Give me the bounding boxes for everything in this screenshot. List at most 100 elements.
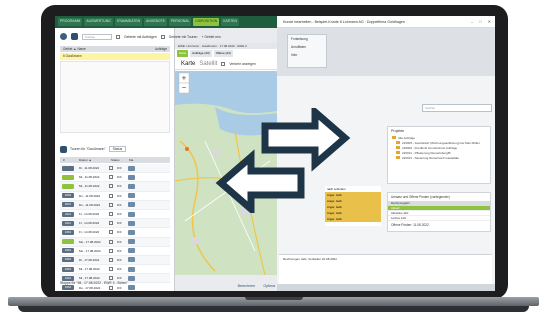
tour-badge: 3363 <box>62 266 74 272</box>
map-sub-tabs: Karte Aufträge (23) Offene (23) <box>175 50 277 57</box>
tour-badge: 3521 <box>62 202 74 208</box>
tour-column-header[interactable]: Ma. <box>126 157 146 163</box>
window-controls: – □ ✕ <box>471 19 491 24</box>
tour-map-icon[interactable] <box>128 248 135 254</box>
tour-status: D/F <box>117 221 122 226</box>
tab-offene[interactable]: Offene (23) <box>213 50 233 57</box>
project-item[interactable]: 216005 - Jacobsdorf (Wohnungsauflösung) … <box>388 140 490 145</box>
tour-map-icon[interactable] <box>128 257 135 263</box>
close-icon[interactable]: ✕ <box>488 19 491 24</box>
tour-list: Di., 11.08.2022 D/F Mi., 11.08.2022 D/F Mi.,… <box>60 164 170 291</box>
tour-checkbox[interactable] <box>109 202 113 207</box>
tour-checkbox[interactable] <box>109 230 113 235</box>
revenue-panel: Umsatz und Offene Posten (vorliegender) … <box>387 192 491 232</box>
tour-row[interactable]: 3412 Fr., 14.08.2022 D/F <box>60 219 170 229</box>
nav-tab[interactable]: AUSWERTUNG <box>84 18 113 26</box>
tour-date: Mi., 11.08.2022 <box>79 175 100 180</box>
tour-map-icon[interactable] <box>128 165 135 171</box>
tour-status: D/F <box>117 212 122 217</box>
refresh-icon[interactable] <box>60 33 67 40</box>
tour-checkbox[interactable] <box>109 193 113 198</box>
tour-column-header[interactable]: # <box>60 157 76 163</box>
tour-badge: 3412 <box>62 220 74 226</box>
tour-row[interactable]: Mi., 11.08.2022 D/F <box>60 173 170 183</box>
traffic-checkbox[interactable] <box>221 61 226 66</box>
project-item[interactable]: 220013 - Sanierung Reinerhoch Gaststätte <box>388 155 490 160</box>
optimize-button[interactable]: Optima <box>263 284 275 288</box>
save-icon[interactable] <box>71 33 78 40</box>
maximize-icon[interactable]: □ <box>479 19 481 24</box>
tour-row[interactable]: Mi., 11.08.2022 D/F <box>60 182 170 192</box>
tour-date: Fr., 14.08.2022 <box>79 221 100 226</box>
tour-map-icon[interactable] <box>128 266 135 272</box>
area-search-input[interactable]: Suchen <box>82 33 112 40</box>
tour-checkbox[interactable] <box>109 221 113 226</box>
ribbon-infor[interactable]: Infor <box>288 51 326 59</box>
tour-map-icon[interactable] <box>128 220 135 226</box>
minimize-icon[interactable]: – <box>471 19 473 24</box>
project-label: 220013 - Sanierung Reinerhoch Gaststätte <box>402 155 460 160</box>
nav-tab[interactable]: STAMMDATEN <box>114 18 143 26</box>
folder-icon <box>396 145 400 149</box>
tab-auftraege[interactable]: Aufträge (23) <box>190 50 212 57</box>
tour-checkbox[interactable] <box>109 212 113 217</box>
contact-row[interactable]: Anger, Gelb <box>325 216 381 222</box>
tour-title: Touren für "Gaußmann" <box>70 147 106 151</box>
tour-badge <box>62 165 74 171</box>
tour-checkbox[interactable] <box>109 175 113 180</box>
tour-row[interactable]: 3363 Mi., 17.08.2022 D/F <box>60 265 170 275</box>
tour-row[interactable]: 4063 Do., 11.08.2022 D/F <box>60 192 170 201</box>
tour-checkbox[interactable] <box>109 248 113 253</box>
customer-search-input[interactable]: Suchen <box>422 104 492 112</box>
nav-tab[interactable]: DISPOSITION <box>193 18 220 26</box>
tour-row[interactable]: 3361 Mo., 17.08.2022 D/F <box>60 247 170 256</box>
tour-row[interactable]: 4361 Fr., 14.08.2022 D/F <box>60 228 170 238</box>
tour-checkbox[interactable] <box>109 267 113 272</box>
tour-row[interactable]: 3521 Do., 11.08.2022 D/F <box>60 200 170 210</box>
invoice-row: Rechnungen Jahr, Verkäufer 22.08.2022 <box>283 257 337 261</box>
filter-orders-checkbox[interactable] <box>116 34 120 39</box>
nav-tab[interactable]: KARTEN <box>221 18 239 26</box>
folder-icon <box>392 135 396 139</box>
area-header-orders: Aufträge <box>154 47 167 51</box>
filter-tours-checkbox[interactable] <box>160 34 165 39</box>
ribbon-anruflisten[interactable]: Anruflisten <box>288 43 326 51</box>
folder-icon <box>396 150 400 154</box>
nav-tab[interactable]: PROGRAMM <box>58 18 83 26</box>
ribbon-fortsetzung[interactable]: Fortsetzung <box>288 35 326 43</box>
window-title: Kunde bearbeiten - Beispiel-Kunde 8 Lohm… <box>277 16 495 28</box>
tour-badge <box>62 174 74 180</box>
nav-tab[interactable]: PERSONAL <box>168 18 192 26</box>
nav-tab[interactable]: ANGEBOTE <box>144 18 167 26</box>
tour-table-header: # Datum ▲ Status Ma. <box>60 157 170 163</box>
calculate-button[interactable]: Berechnen <box>238 284 255 288</box>
area-row-selected[interactable]: 6 Gaußmann <box>60 53 170 60</box>
tour-status: D/F <box>117 239 122 244</box>
map-view-satellit[interactable]: Satellit <box>199 61 217 67</box>
tour-map-icon[interactable] <box>128 193 135 199</box>
tour-column-header[interactable]: Datum ▲ <box>76 157 108 163</box>
tour-column-header[interactable]: Status <box>108 157 126 163</box>
map-view-karte[interactable]: Karte <box>181 61 195 67</box>
tour-row[interactable]: Mo., 17.08.2022 D/F <box>60 237 170 247</box>
tour-map-icon[interactable] <box>128 211 135 217</box>
tour-checkbox[interactable] <box>109 257 113 262</box>
main-nav: PROGRAMM AUSWERTUNG STAMMDATEN ANGEBOTE PERS… <box>55 16 277 28</box>
area-table-header: Gebiet ▲ Name Aufträge <box>60 46 170 52</box>
filter-tours-label: Gebiete mit Touren <box>168 34 198 39</box>
tour-row[interactable]: 4411 Fr., 14.08.2022 D/F <box>60 210 170 220</box>
tour-checkbox[interactable] <box>109 166 113 171</box>
add-area-button[interactable]: + Gebiet neu <box>201 35 221 39</box>
tab-karte[interactable]: Karte <box>177 50 189 57</box>
svg-text:+: + <box>182 74 187 83</box>
tour-status: D/F <box>117 202 122 207</box>
tour-map-icon[interactable] <box>128 239 135 245</box>
tour-map-icon[interactable] <box>128 183 135 189</box>
tour-map-icon[interactable] <box>128 174 135 180</box>
tour-map-icon[interactable] <box>128 229 135 235</box>
tour-checkbox[interactable] <box>109 239 113 244</box>
tour-row[interactable]: 4364 Di., 17.08.2022 D/F <box>60 255 170 266</box>
tour-row[interactable]: Di., 11.08.2022 D/F <box>60 164 170 174</box>
tour-map-icon[interactable] <box>128 202 135 208</box>
tour-checkbox[interactable] <box>109 184 113 189</box>
